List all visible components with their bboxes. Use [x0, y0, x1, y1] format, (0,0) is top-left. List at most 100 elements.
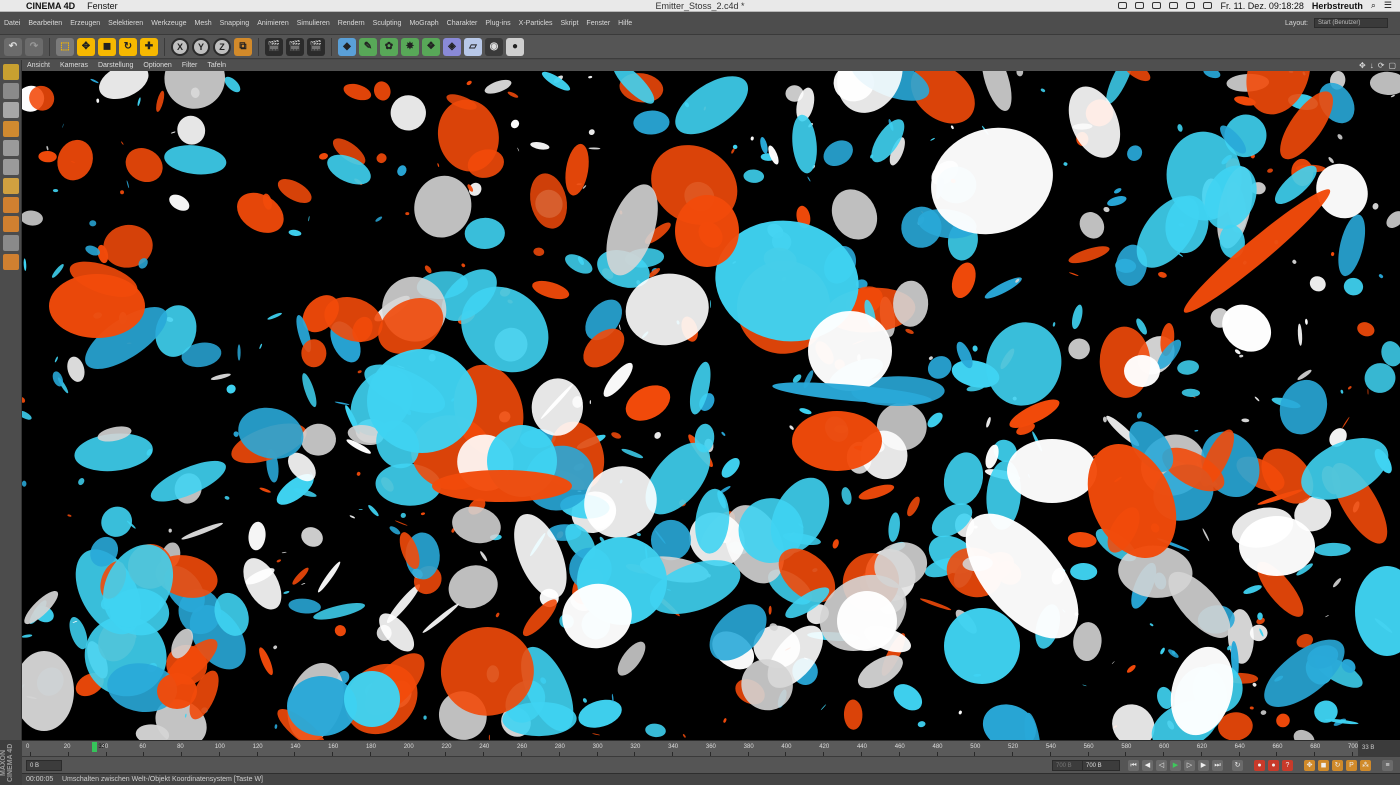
maximize-icon[interactable]: ▢	[1388, 61, 1396, 70]
key-parameter-icon[interactable]: P	[1346, 760, 1357, 771]
keyframe-selection-icon[interactable]: ?	[1282, 760, 1293, 771]
menu-selektieren[interactable]: Selektieren	[104, 20, 147, 27]
menu-fenster[interactable]: Fenster	[582, 20, 614, 27]
user-name[interactable]: Herbstreuth	[1312, 1, 1363, 11]
viewport-menu-tafeln[interactable]: Tafeln	[202, 62, 231, 69]
menu-simulieren[interactable]: Simulieren	[293, 20, 334, 27]
floor-icon[interactable]: ▱	[464, 37, 482, 56]
pan-icon[interactable]: ✥	[1359, 61, 1366, 70]
clock[interactable]: Fr. 11. Dez. 09:18:28	[1220, 1, 1303, 11]
next-key-icon[interactable]: ▶	[1198, 760, 1209, 771]
key-scale-icon[interactable]: ◼	[1318, 760, 1329, 771]
render-view-icon[interactable]: 🎬	[265, 37, 283, 56]
camera-icon[interactable]: ◉	[485, 37, 503, 56]
menu-rendern[interactable]: Rendern	[334, 20, 369, 27]
viewport-menu-optionen[interactable]: Optionen	[138, 62, 176, 69]
undo-icon[interactable]: ↶	[4, 37, 22, 56]
model-mode-icon[interactable]	[2, 83, 19, 99]
play-icon[interactable]: ▶	[1170, 760, 1181, 771]
workplane-lock-icon[interactable]	[2, 235, 19, 251]
start-frame-field[interactable]: 0 B	[26, 760, 62, 771]
redo-icon[interactable]: ↷	[25, 37, 43, 56]
light-icon[interactable]: ●	[506, 37, 524, 56]
menu-xparticles[interactable]: X-Particles	[515, 20, 557, 27]
menu-mesh[interactable]: Mesh	[190, 20, 215, 27]
volume-icon[interactable]	[1186, 2, 1196, 9]
transform-icon[interactable]: ✚	[140, 37, 158, 56]
prev-key-icon[interactable]: ◀	[1142, 760, 1153, 771]
display-icon[interactable]	[1152, 2, 1162, 9]
prev-frame-icon[interactable]: ◁	[1156, 760, 1167, 771]
wifi-icon[interactable]	[1203, 2, 1213, 9]
menu-skript[interactable]: Skript	[557, 20, 583, 27]
viewport-menu-kameras[interactable]: Kameras	[55, 62, 93, 69]
menu-hilfe[interactable]: Hilfe	[614, 20, 636, 27]
spline-pen-icon[interactable]: ✎	[359, 37, 377, 56]
cloud-icon[interactable]	[1118, 2, 1128, 9]
zoom-icon[interactable]: ↓	[1370, 61, 1374, 70]
viewport-menu-darstellung[interactable]: Darstellung	[93, 62, 138, 69]
x-axis-button[interactable]: X	[171, 37, 189, 56]
min-frame-field[interactable]: 700 B	[1052, 760, 1084, 771]
viewport-menu-ansicht[interactable]: Ansicht	[22, 62, 55, 69]
battery-icon[interactable]	[1169, 2, 1179, 9]
edges-mode-icon[interactable]	[2, 159, 19, 175]
cube-icon[interactable]: ◆	[338, 37, 356, 56]
end-frame-field[interactable]: 700 B	[1082, 760, 1120, 771]
snap-icon[interactable]	[2, 216, 19, 232]
subdivision-icon[interactable]: ✿	[380, 37, 398, 56]
layout-select[interactable]: Start (Benutzer)	[1314, 18, 1388, 28]
dropbox-icon[interactable]	[1135, 2, 1145, 9]
menu-charakter[interactable]: Charakter	[443, 20, 482, 27]
make-editable-icon[interactable]	[2, 64, 19, 80]
goto-start-icon[interactable]: ⏮	[1128, 760, 1139, 771]
coordinate-system-icon[interactable]: ⧉	[234, 37, 252, 56]
field-icon[interactable]: ◈	[443, 37, 461, 56]
menu-snapping[interactable]: Snapping	[216, 20, 254, 27]
orbit-icon[interactable]: ⟳	[1378, 61, 1385, 70]
z-axis-button[interactable]: Z	[213, 37, 231, 56]
loop-icon[interactable]: ↻	[1232, 760, 1243, 771]
live-selection-icon[interactable]: ⬚	[56, 37, 74, 56]
viewport[interactable]	[22, 71, 1400, 740]
axis-mode-icon[interactable]	[2, 197, 19, 213]
timeline-playhead[interactable]	[92, 742, 98, 752]
menu-plugins[interactable]: Plug-ins	[481, 20, 514, 27]
timeline-menu-icon[interactable]: ≡	[1382, 760, 1393, 771]
points-mode-icon[interactable]	[2, 140, 19, 156]
menu-sculpting[interactable]: Sculpting	[369, 20, 406, 27]
record-icon[interactable]: ●	[1254, 760, 1265, 771]
key-rotation-icon[interactable]: ↻	[1332, 760, 1343, 771]
render-picture-viewer-icon[interactable]: 🎬	[286, 37, 304, 56]
viewport-menu-filter[interactable]: Filter	[177, 62, 203, 69]
menu-erzeugen[interactable]: Erzeugen	[66, 20, 104, 27]
render-settings-icon[interactable]: 🎬	[307, 37, 325, 56]
move-icon[interactable]: ✥	[77, 37, 95, 56]
deformer-icon[interactable]: ❖	[422, 37, 440, 56]
menu-mograph[interactable]: MoGraph	[405, 20, 442, 27]
key-position-icon[interactable]: ✥	[1304, 760, 1315, 771]
mac-app-menu[interactable]: CINEMA 4D	[26, 1, 75, 11]
rotate-icon[interactable]: ↻	[119, 37, 137, 56]
autokey-icon[interactable]: ●	[1268, 760, 1279, 771]
menu-datei[interactable]: Datei	[0, 20, 24, 27]
sculpt-icon[interactable]	[2, 254, 19, 270]
texture-mode-icon[interactable]	[2, 102, 19, 118]
scale-icon[interactable]: ◼	[98, 37, 116, 56]
menu-animieren[interactable]: Animieren	[253, 20, 293, 27]
search-icon[interactable]: ⌕	[1371, 0, 1376, 11]
menu-werkzeuge[interactable]: Werkzeuge	[147, 20, 190, 27]
workplane-icon[interactable]	[2, 121, 19, 137]
timeline-ruler[interactable]: 0 20 40 60 80 100 120 140 160 180 200 220 240 260 280 3…	[22, 740, 1400, 756]
mac-menu-fenster[interactable]: Fenster	[87, 1, 118, 11]
particle	[603, 362, 633, 397]
particle	[625, 385, 671, 421]
list-icon[interactable]: ☰	[1384, 0, 1392, 11]
goto-end-icon[interactable]: ⏭	[1212, 760, 1223, 771]
array-icon[interactable]: ✸	[401, 37, 419, 56]
y-axis-button[interactable]: Y	[192, 37, 210, 56]
next-frame-icon[interactable]: ▷	[1184, 760, 1195, 771]
menu-bearbeiten[interactable]: Bearbeiten	[24, 20, 66, 27]
polygons-mode-icon[interactable]	[2, 178, 19, 194]
key-pla-icon[interactable]: ⁂	[1360, 760, 1371, 771]
